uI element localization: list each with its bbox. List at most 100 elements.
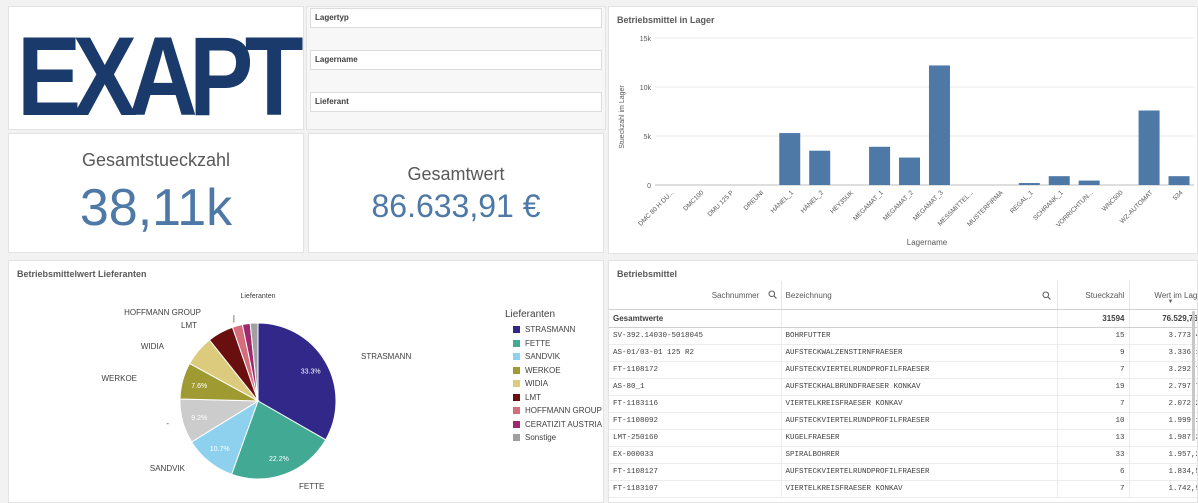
table-row[interactable]: SV-392.14030-5018045BOHRFUTTER153.773,40 <box>609 327 1197 345</box>
pie-chart-panel[interactable]: Betriebsmittelwert Lieferanten Lieferant… <box>8 260 604 503</box>
cell-stueckzahl: 33 <box>1057 446 1130 464</box>
legend-swatch <box>513 380 520 387</box>
bar-xtick-label: DMU 125 P <box>707 189 736 218</box>
cell-wert: 2.797,79 <box>1129 378 1197 396</box>
pie-legend-item[interactable]: FETTE <box>513 339 550 348</box>
table-row[interactable]: EX-000033SPIRALBOHRER331.957,23 <box>609 446 1197 464</box>
table-scrollbar[interactable] <box>1192 311 1195 441</box>
pie-outer-label: SANDVIK <box>150 464 186 473</box>
pie-slice-label: 7.6% <box>191 383 207 390</box>
cell-stueckzahl: 13 <box>1057 429 1130 447</box>
cell-stueckzahl: 6 <box>1057 463 1130 481</box>
bar-xtick-label: MEGAMAT_2 <box>882 189 915 222</box>
table-row[interactable]: AS-01/03-01 125 R2 AUFSTECKWALZENSTIRNFRA… <box>609 344 1197 362</box>
col-header-stueckzahl[interactable]: Stueckzahl <box>1057 281 1130 310</box>
pie-outer-label: WERKOE <box>101 374 137 383</box>
legend-label: CERATIZIT AUSTRIA <box>525 419 603 429</box>
cell-sachnummer: EX-000033 <box>609 446 782 464</box>
cell-wert: 1.987,39 <box>1129 429 1197 447</box>
col-header-sachnummer[interactable]: Sachnummer <box>609 281 782 310</box>
cell-bezeichnung: BOHRFUTTER <box>781 327 1058 345</box>
table-row[interactable]: FT-1108127 AUFSTECKVIERTELRUNDPROFILFRAES… <box>609 463 1197 481</box>
bar[interactable] <box>1018 183 1040 185</box>
legend-label: SANDVIK <box>525 352 561 361</box>
bar[interactable] <box>899 157 921 185</box>
table-total-row: Gesamtwerte 31594 76.529,76 € <box>609 309 1197 328</box>
pie-legend-item[interactable]: SANDVIK <box>513 352 560 361</box>
pie-legend-item[interactable]: HOFFMANN GROUP <box>513 406 602 415</box>
cell-bezeichnung: KUGELFRAESER <box>781 429 1058 447</box>
legend-swatch <box>513 326 520 333</box>
bar[interactable] <box>809 150 831 185</box>
bar[interactable] <box>1168 176 1190 185</box>
kpi-gesamtstueckzahl[interactable]: Gesamtstueckzahl 38,11k <box>8 133 304 253</box>
cell-stueckzahl: 19 <box>1057 378 1130 396</box>
cell-sachnummer: FT-1108127 <box>609 463 782 481</box>
pie-legend-item[interactable]: STRASMANN <box>513 325 575 334</box>
cell-wert: 3.336,18 <box>1129 344 1197 362</box>
col-header-wert[interactable]: Wert im Lager ▼ <box>1129 281 1197 310</box>
filter-lagername[interactable]: Lagername <box>310 50 602 70</box>
cell-bezeichnung: VIERTELKREISFRAESER KONKAV <box>781 480 1058 498</box>
cell-sachnummer: SV-392.14030-5018045 <box>609 327 782 345</box>
legend-label: HOFFMANN GROUP <box>525 406 602 415</box>
col-header-bezeichnung[interactable]: Bezeichnung <box>781 281 1058 310</box>
filter-lieferant[interactable]: Lieferant <box>310 92 602 112</box>
pie-legend-item[interactable]: CERATIZIT AUSTRIA <box>513 420 602 429</box>
bar-xtick-label: 534 <box>1172 189 1185 202</box>
search-icon[interactable] <box>767 290 777 299</box>
bar[interactable] <box>928 65 950 185</box>
bar[interactable] <box>1138 110 1160 185</box>
pie-legend-item[interactable]: WERKOE <box>513 366 561 375</box>
pie-outer-label: HOFFMANN GROUP <box>124 308 201 317</box>
cell-bezeichnung: AUFSTECKVIERTELRUNDPROFILFRAESER <box>781 412 1058 430</box>
table-row[interactable]: LMT-250160KUGELFRAESER131.987,39 <box>609 429 1197 447</box>
pie-outer-label: STRASMANN <box>361 352 411 361</box>
bar[interactable] <box>1078 180 1100 185</box>
total-stueckzahl: 31594 <box>1057 309 1130 328</box>
bar-xtick-label: REGAL_1 <box>1009 189 1035 215</box>
cell-sachnummer: FT-1108172 <box>609 361 782 379</box>
kpi-gesamtstueckzahl-label: Gesamtstueckzahl <box>81 150 231 170</box>
legend-swatch <box>513 434 520 441</box>
search-icon[interactable] <box>1041 291 1051 300</box>
bar-xtick-label: DREUNI <box>743 189 766 212</box>
betriebsmittel-table: Sachnummer Bezeichnung Stueckzahl Wert i… <box>609 281 1197 498</box>
bar-chart-xlabel: Lagername <box>907 238 948 247</box>
total-wert: 76.529,76 € <box>1129 309 1197 328</box>
pie-legend-item[interactable]: LMT <box>513 393 541 402</box>
cell-sachnummer: LMT-250160 <box>609 429 782 447</box>
bar-xtick-label: DMC100 <box>682 189 705 212</box>
pie-legend-item[interactable]: WIDIA <box>513 379 548 388</box>
legend-swatch <box>513 339 520 347</box>
table-row[interactable]: AS-80_1 AUFSTECKHALBRUNDFRAESER KONKAV 19 2… <box>609 378 1197 396</box>
bar-chart-panel[interactable]: Betriebsmittel in Lager Stueckzahl im La… <box>608 6 1198 254</box>
bar[interactable] <box>1048 176 1070 185</box>
pie-legend-item[interactable]: Sonstige <box>513 433 556 442</box>
pie-outer-label: LMT <box>181 321 197 330</box>
total-empty <box>781 309 1058 328</box>
bar[interactable] <box>779 133 801 185</box>
table-header-row: Sachnummer Bezeichnung Stueckzahl Wert i… <box>609 281 1197 310</box>
bar-ytick-label: 15k <box>640 36 652 43</box>
legend-swatch <box>513 353 520 360</box>
table-row[interactable]: FT-1183116 VIERTELKREISFRAESER KONKAV 7 2.0… <box>609 395 1197 413</box>
table-row[interactable]: FT-1108092 AUFSTECKVIERTELRUNDPROFILFRAES… <box>609 412 1197 430</box>
sort-desc-icon[interactable]: ▼ <box>1168 299 1174 305</box>
table-row[interactable]: FT-1108172 AUFSTECKVIERTELRUNDPROFILFRAES… <box>609 361 1197 379</box>
bar-chart-ylabel: Stueckzahl im Lager <box>619 85 626 149</box>
bar[interactable] <box>869 146 891 185</box>
cell-sachnummer: FT-1183107 <box>609 480 782 498</box>
pie-outer-label: - <box>166 419 169 428</box>
filter-lieferant-label: Lieferant <box>315 97 349 106</box>
cell-wert: 1.742,99 <box>1129 480 1197 498</box>
table-row[interactable]: FT-1183107 VIERTELKREISFRAESER KONKAV 7 1.7… <box>609 480 1197 498</box>
bar-chart[interactable]: Stueckzahl im Lager Lagername 0 5k 10k 15k D… <box>609 7 1198 254</box>
kpi-gesamtwert[interactable]: Gesamtwert 86.633,91 € <box>308 133 604 253</box>
pie-outer-label: WIDIA <box>141 342 165 351</box>
legend-label: FETTE <box>525 338 551 348</box>
bar-xtick-label: WZ-AUTOMAT <box>1119 189 1155 225</box>
filter-lagertyp[interactable]: Lagertyp <box>310 8 602 28</box>
cell-wert: 2.072,27 <box>1129 395 1197 413</box>
bar-xtick-label: WNC500 <box>1101 189 1125 213</box>
